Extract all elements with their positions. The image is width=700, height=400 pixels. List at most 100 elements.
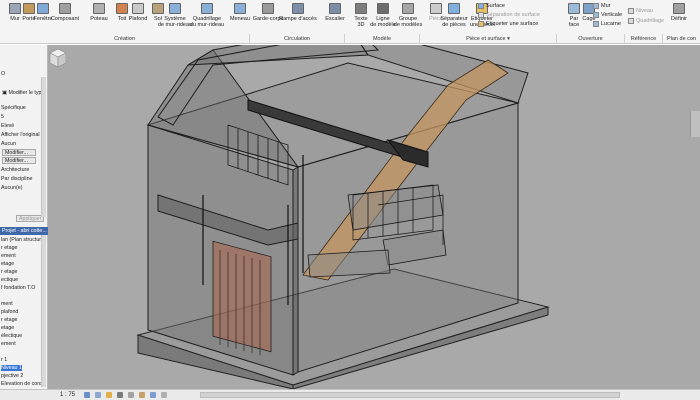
vertical-opening-label: Verticale: [601, 12, 623, 18]
model-text-icon: [353, 1, 369, 15]
properties-scrollbar[interactable]: [41, 77, 46, 217]
tag-area-tool[interactable]: Etiqueter une surface: [478, 21, 538, 27]
view-control-icons: [84, 392, 167, 398]
wall-opening-label: Mur: [601, 3, 611, 9]
tool-label: Quadrillage du mur-rideau: [189, 16, 225, 28]
building-model-3d[interactable]: [48, 45, 700, 389]
tool-label: Système de mur-rideau: [157, 16, 193, 28]
browser-item[interactable]: ement: [1, 253, 16, 259]
browser-item[interactable]: Niveau 1: [1, 365, 22, 371]
detail-level-icon[interactable]: [84, 392, 90, 398]
browser-item[interactable]: ement: [1, 341, 16, 347]
set-workplane-icon: [671, 1, 687, 15]
modify-button-2[interactable]: Modifier...: [2, 157, 36, 164]
model-group-icon: [400, 1, 416, 15]
browser-item[interactable]: Elevation de const: [1, 381, 44, 387]
tool-component[interactable]: Composant: [50, 1, 80, 22]
browser-item[interactable]: r 1: [1, 357, 7, 363]
column-icon: [91, 1, 107, 15]
shadows-icon[interactable]: [117, 392, 123, 398]
sun-path-icon[interactable]: [106, 392, 112, 398]
property-value: 5: [1, 114, 4, 120]
wall-opening-icon: [593, 3, 599, 9]
railing-icon: [260, 1, 276, 15]
tool-railing[interactable]: Garde-corps: [253, 1, 283, 22]
dormer-tool[interactable]: Lucarne: [593, 21, 621, 27]
tool-curtain-system[interactable]: Système de mur-rideau: [158, 1, 192, 28]
modify-button-1[interactable]: Modifier...: [2, 149, 36, 156]
browser-item[interactable]: électique: [1, 333, 22, 339]
room-separator-icon: [446, 1, 462, 15]
ribbon: Mur Porte Fenêtre Composant Poteau Toit Plafon…: [0, 0, 700, 44]
hide-isolate-icon[interactable]: [150, 392, 156, 398]
curtain-grid-icon: [199, 1, 215, 15]
tool-label: Composant: [50, 16, 80, 22]
browser-item[interactable]: ectique: [1, 277, 18, 283]
crop-view-icon[interactable]: [128, 392, 134, 398]
group-opening: Ouverture: [557, 34, 625, 44]
modify-type-label: Modifier le type: [8, 90, 45, 96]
tool-stair[interactable]: Escalier: [322, 1, 348, 22]
group-reference: Référence: [625, 34, 663, 44]
dormer-icon: [593, 21, 599, 27]
property-value: Afficher l'original: [1, 132, 40, 138]
browser-item[interactable]: r etage: [1, 317, 18, 323]
browser-item[interactable]: lan (Plan structurel: [1, 237, 45, 243]
property-value: Spécifique: [1, 105, 26, 111]
visual-style-icon[interactable]: [95, 392, 101, 398]
browser-item[interactable]: etage: [1, 261, 14, 267]
surface-label: Surface: [486, 3, 505, 9]
ceiling-icon: [130, 1, 146, 15]
ribbon-panel-titles: Création Circulation Modèle Pièce et sur…: [0, 34, 700, 44]
group-circulation: Circulation: [250, 34, 345, 44]
tool-label: Poteau: [90, 16, 108, 22]
tool-mullion[interactable]: Meneau: [227, 1, 253, 22]
reveal-hidden-icon[interactable]: [161, 392, 167, 398]
view-scale[interactable]: 1 : 75: [60, 391, 75, 400]
group-workplane: Plan de con: [666, 36, 697, 42]
tag-area-label: Etiqueter une surface: [486, 21, 539, 27]
tool-label: Ligne de modèle: [370, 16, 396, 28]
area-boundary-tool[interactable]: Séparation de surface: [478, 12, 540, 18]
tool-label: Texte 3D: [354, 16, 368, 28]
level-tool[interactable]: Niveau: [628, 8, 653, 14]
tool-label: Meneau: [230, 16, 250, 22]
tool-ramp[interactable]: Rampe d'accès: [279, 1, 317, 22]
browser-item[interactable]: r etage: [1, 245, 18, 251]
browser-item[interactable]: ment: [1, 301, 13, 307]
lock-view-icon[interactable]: [139, 392, 145, 398]
tool-label: Définir: [671, 16, 687, 22]
view-cube-icon[interactable]: [48, 45, 66, 71]
wall-opening-tool[interactable]: Mur: [593, 3, 610, 9]
group-room-area[interactable]: Pièce et surface ▾: [420, 34, 557, 44]
tool-curtain-grid[interactable]: Quadrillage du mur-rideau: [190, 1, 224, 28]
window-icon: [35, 1, 51, 15]
dormer-label: Lucarne: [601, 21, 621, 27]
3d-viewport[interactable]: [48, 45, 700, 389]
tool-room-separator[interactable]: Séparateur de pièces: [440, 1, 468, 28]
browser-item[interactable]: f fondation T.O: [1, 285, 35, 291]
browser-item[interactable]: pjective 2: [1, 373, 23, 379]
apply-button[interactable]: Appliquer: [16, 215, 44, 222]
browser-item[interactable]: etage: [1, 325, 14, 331]
grid-icon: [628, 18, 634, 24]
tool-model-group[interactable]: Groupe de modèles: [394, 1, 422, 28]
curtain-system-icon: [167, 1, 183, 15]
vertical-opening-tool[interactable]: Verticale: [593, 12, 622, 18]
surface-tool[interactable]: Surface: [478, 3, 505, 9]
surface-icon: [478, 3, 484, 9]
tool-set-workplane[interactable]: Définir: [666, 1, 692, 22]
browser-item[interactable]: plafond: [1, 309, 18, 315]
component-icon: [57, 1, 73, 15]
level-label: Niveau: [636, 8, 654, 14]
grid-tool[interactable]: Quadrillage: [628, 18, 664, 24]
horizontal-scrollbar[interactable]: [200, 392, 620, 398]
type-selector[interactable]: O: [1, 71, 5, 77]
navigation-bar[interactable]: [690, 111, 700, 137]
tool-model-line[interactable]: Ligne de modèle: [370, 1, 396, 28]
browser-item[interactable]: r etage: [1, 269, 18, 275]
browser-scrollbar[interactable]: [41, 235, 46, 387]
modify-type-link[interactable]: ▣ Modifier le type: [2, 90, 44, 96]
tag-area-icon: [478, 21, 484, 27]
group-creation: Création: [0, 34, 250, 44]
